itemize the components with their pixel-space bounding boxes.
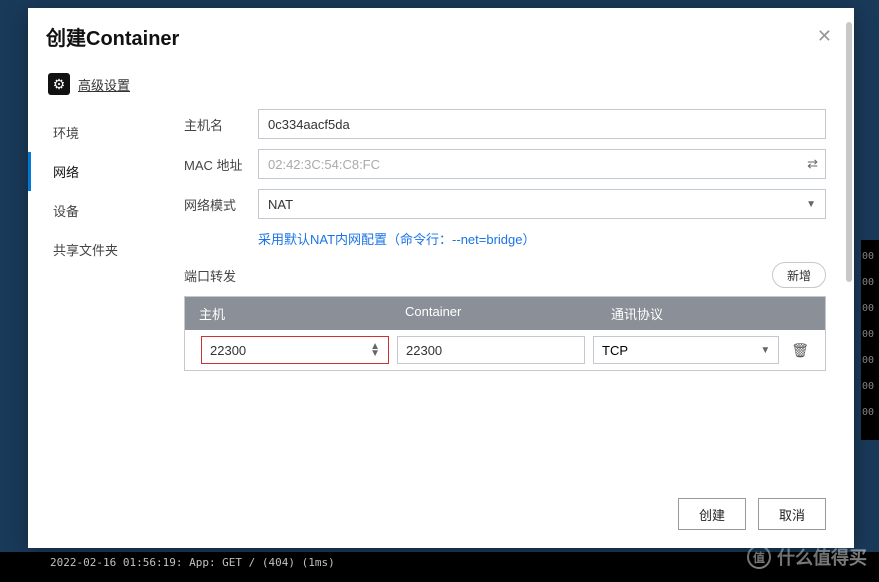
side-tabs: 环境 网络 设备 共享文件夹 [28,109,156,269]
watermark-icon: 值 [747,545,771,569]
close-icon[interactable]: ✕ [813,24,836,49]
netmode-row: 网络模式 NAT ▼ [184,189,826,219]
background-terminal-side: 00 00 00 00 00 00 00 [861,240,879,440]
mac-row: MAC 地址 ⇄ [184,149,826,179]
nat-hint-text: 采用默认NAT内网配置（命令行：--net=bridge） [258,229,826,248]
netmode-label: 网络模式 [184,195,258,214]
container-port-value: 22300 [406,343,442,358]
hostname-row: 主机名 [184,109,826,139]
stepper-icon[interactable]: ▲▼ [370,343,380,357]
modal-body: ⚙ 高级设置 环境 网络 设备 共享文件夹 主机名 MAC 地址 [28,59,854,484]
mac-input[interactable] [258,149,826,179]
port-forward-header: 端口转发 新增 [184,262,826,288]
hostname-label: 主机名 [184,115,258,134]
modal-title: 创建Container [46,22,179,51]
chevron-down-icon: ▼ [760,345,770,356]
advanced-settings-row: ⚙ 高级设置 [28,71,854,109]
host-port-value: 22300 [210,343,246,358]
modal-footer: 创建 取消 [28,484,854,548]
cancel-button[interactable]: 取消 [758,498,826,530]
port-table: 主机 Container 通讯协议 22300 ▲▼ 22300 [184,296,826,371]
col-head-container: Container [391,297,597,330]
mac-label: MAC 地址 [184,155,258,174]
hostname-input[interactable] [258,109,826,139]
tab-device[interactable]: 设备 [28,191,156,230]
port-table-head: 主机 Container 通讯协议 [185,297,825,330]
protocol-value: TCP [602,343,628,358]
shuffle-icon[interactable]: ⇄ [807,156,818,172]
modal-scrollbar[interactable] [846,59,852,484]
scrollbar-thumb[interactable] [846,59,852,282]
netmode-value: NAT [268,197,293,212]
advanced-settings-link[interactable]: 高级设置 [78,75,130,94]
port-forward-label: 端口转发 [184,266,236,285]
trash-icon[interactable]: 🗑 [787,342,813,359]
modal-columns: 环境 网络 设备 共享文件夹 主机名 MAC 地址 ⇄ [28,109,854,371]
host-port-input[interactable]: 22300 ▲▼ [201,336,389,364]
netmode-select[interactable]: NAT ▼ [258,189,826,219]
chevron-down-icon: ▼ [806,199,816,210]
tab-network[interactable]: 网络 [28,152,156,191]
gear-icon: ⚙ [48,73,70,95]
container-port-input[interactable]: 22300 [397,336,585,364]
form-area: 主机名 MAC 地址 ⇄ 网络模式 NAT ▼ [156,109,854,371]
create-button[interactable]: 创建 [678,498,746,530]
col-head-host: 主机 [185,297,391,330]
modal-header: 创建Container ✕ [28,8,854,59]
tab-environment[interactable]: 环境 [28,113,156,152]
protocol-select[interactable]: TCP ▼ [593,336,779,364]
port-table-row: 22300 ▲▼ 22300 TCP ▼ 🗑 [185,330,825,370]
add-port-button[interactable]: 新增 [772,262,826,288]
create-container-modal: 创建Container ✕ ⚙ 高级设置 环境 网络 设备 共享文件夹 主机名 … [28,8,854,548]
col-head-protocol: 通讯协议 [597,297,825,330]
tab-shared-folder[interactable]: 共享文件夹 [28,230,156,269]
